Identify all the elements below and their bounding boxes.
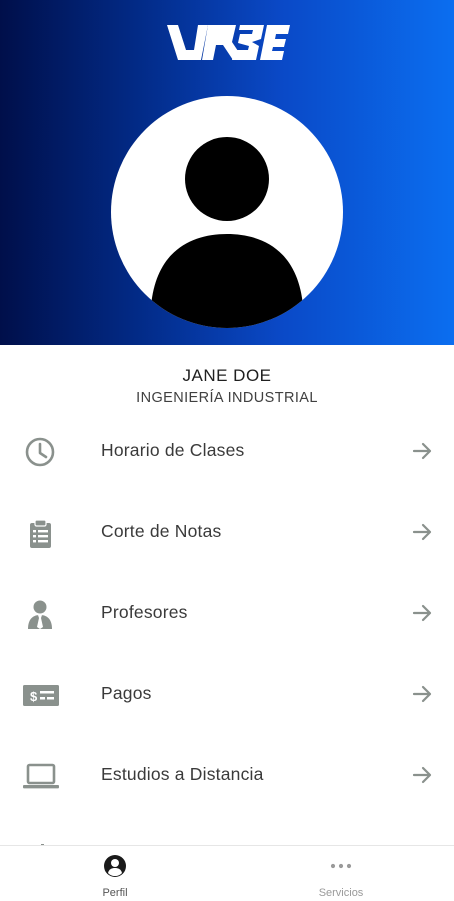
arrow-right-icon[interactable]: [410, 521, 434, 543]
menu-item-corte-notas[interactable]: Corte de Notas: [0, 491, 454, 572]
profile-avatar[interactable]: [111, 96, 343, 328]
profile-header: [0, 0, 454, 345]
menu-item-label: Pagos: [101, 683, 152, 703]
clipboard-list-icon: [22, 515, 58, 551]
tab-servicios[interactable]: Servicios: [266, 846, 416, 901]
tab-label: Perfil: [102, 887, 128, 899]
teacher-icon: [22, 596, 58, 632]
tab-label: Servicios: [318, 887, 364, 899]
menu-item-pagos[interactable]: $ Pagos: [0, 653, 454, 734]
person-circle-icon: [103, 854, 127, 878]
arrow-right-icon[interactable]: [410, 440, 434, 462]
arrow-right-icon[interactable]: [410, 683, 434, 705]
menu-item-label: Estudios a Distancia: [101, 764, 264, 784]
menu-item-label: Profesores: [101, 602, 188, 622]
tab-perfil[interactable]: Perfil: [40, 846, 190, 901]
bottom-navigation: Perfil Servicios: [0, 845, 454, 901]
profile-menu: Horario de Clases Corte de Notas Profeso…: [0, 410, 454, 815]
money-bill-icon: $: [22, 677, 60, 713]
menu-item-label: Corte de Notas: [101, 521, 222, 541]
menu-item-profesores[interactable]: Profesores: [0, 572, 454, 653]
menu-item-horario[interactable]: Horario de Clases: [0, 410, 454, 491]
more-horiz-icon: [329, 854, 353, 878]
urbe-logo: [167, 25, 290, 60]
arrow-right-icon[interactable]: [410, 764, 434, 786]
menu-item-label: Horario de Clases: [101, 440, 245, 460]
user-career: INGENIERÍA INDUSTRIAL: [136, 390, 318, 406]
user-name: JANE DOE: [182, 366, 272, 385]
arrow-right-icon[interactable]: [410, 602, 434, 624]
clock-icon: [22, 434, 58, 470]
person-avatar-icon: [151, 137, 303, 328]
svg-text:$: $: [30, 689, 38, 704]
menu-item-estudios-distancia[interactable]: Estudios a Distancia: [0, 734, 454, 815]
laptop-icon: [22, 758, 60, 794]
